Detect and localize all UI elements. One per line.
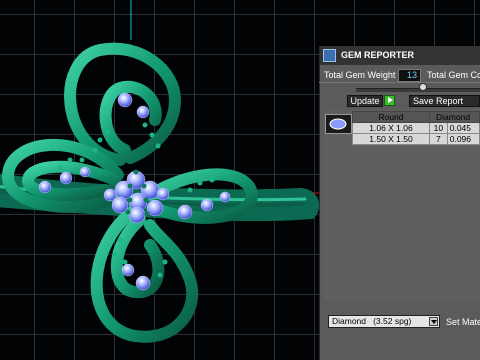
material-value: Diamond (3.52 spg) — [332, 316, 412, 326]
cell-weight: 0.096 — [446, 133, 480, 145]
cell-count: 10 — [429, 122, 448, 134]
table-header-row: Round Diamond — [352, 111, 480, 123]
table-row[interactable]: 1.06 X 1.06 10 0.045 — [352, 122, 480, 134]
cell-size: 1.06 X 1.06 — [352, 122, 430, 134]
cell-count: 7 — [429, 133, 448, 145]
dropdown-arrow-icon[interactable] — [429, 317, 438, 326]
set-material-button[interactable]: Set Mate — [446, 317, 480, 327]
cell-size: 1.50 X 1.50 — [352, 133, 430, 145]
panel-slider-track[interactable] — [356, 88, 480, 92]
total-weight-value[interactable]: 13 — [398, 69, 421, 82]
gem-table: Round Diamond 1.06 X 1.06 10 0.045 1.50 … — [352, 111, 480, 145]
play-icon[interactable] — [384, 95, 395, 106]
cell-weight: 0.045 — [446, 122, 480, 134]
divider — [319, 82, 480, 83]
app-icon — [323, 49, 336, 62]
panel-title: GEM REPORTER — [341, 50, 415, 60]
panel-title-bar[interactable]: GEM REPORTER — [320, 46, 480, 65]
table-row[interactable]: 1.50 X 1.50 7 0.096 — [352, 133, 480, 145]
update-button[interactable]: Update — [347, 95, 383, 107]
total-count-label: Total Gem Co — [427, 70, 480, 80]
col-round-header: Round — [352, 111, 430, 123]
material-dropdown[interactable]: Diamond (3.52 spg) — [328, 315, 440, 328]
save-report-button[interactable]: Save Report — [409, 95, 480, 107]
gem-thumbnail-icon[interactable] — [325, 114, 352, 134]
col-diamond-header: Diamond — [429, 111, 480, 123]
total-weight-label: Total Gem Weight — [324, 70, 396, 80]
panel-slider-knob[interactable] — [419, 83, 427, 91]
